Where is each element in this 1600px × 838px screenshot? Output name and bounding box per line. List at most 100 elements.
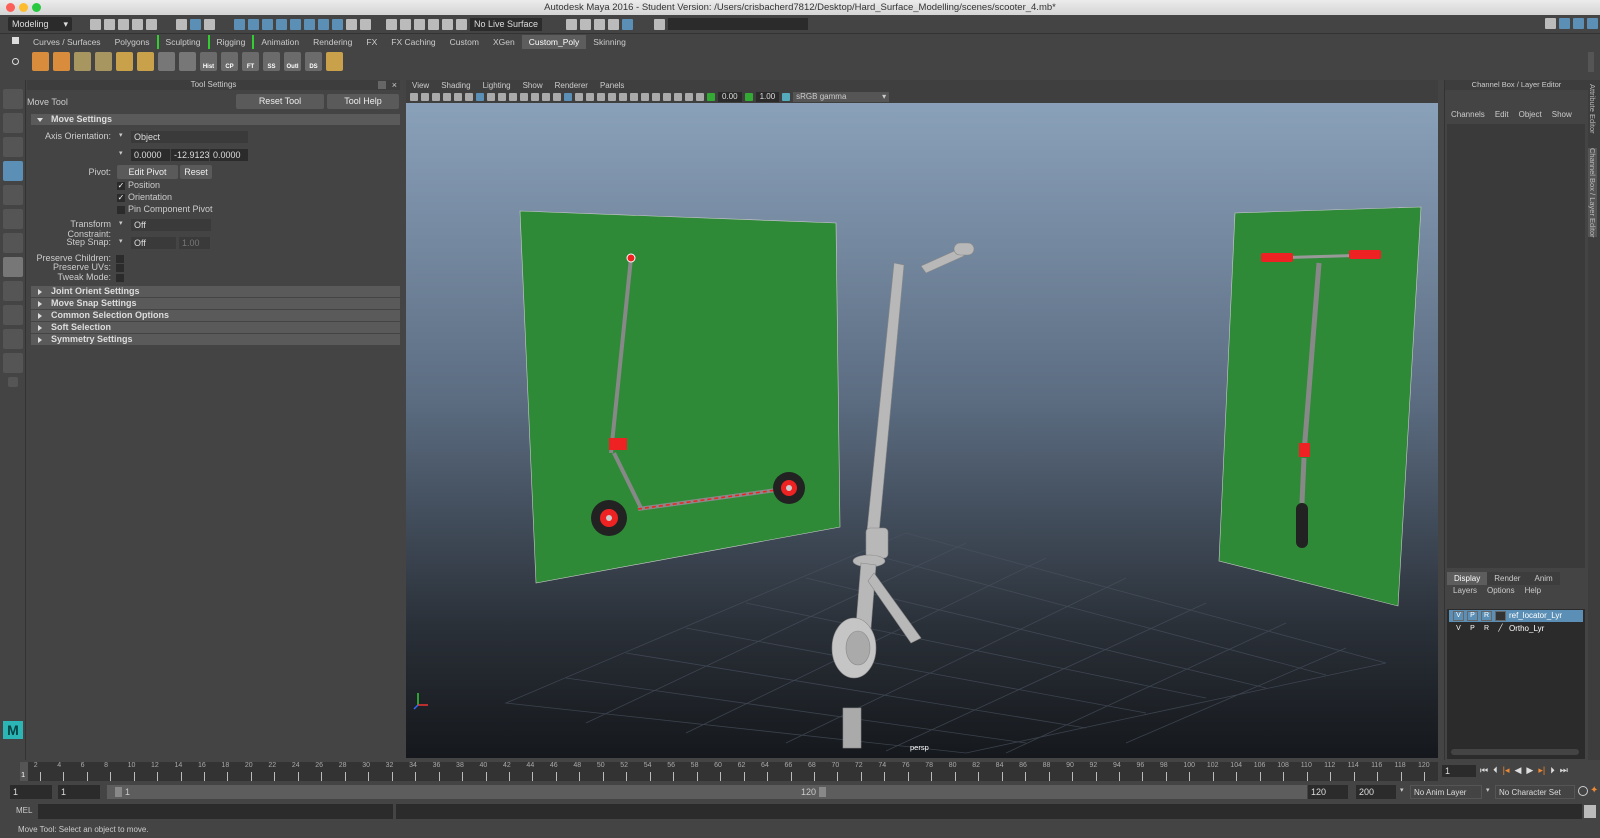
resolution-gate-icon[interactable] [498,93,506,101]
tab-render[interactable]: Render [1487,572,1528,585]
snap-view-plane-icon[interactable] [290,19,301,30]
auto-key-icon[interactable] [1578,786,1588,796]
menu-show[interactable]: Show [1552,110,1572,119]
axis-orientation-dropdown-icon[interactable]: ▾ [119,131,123,139]
range-slider[interactable]: 1 120 [107,785,1307,799]
live-surface-field[interactable]: No Live Surface [470,18,543,31]
channel-list[interactable] [1447,124,1585,568]
persp-hypershade-layout-icon[interactable] [3,353,23,373]
shelf-button-ds[interactable]: DS [305,51,322,71]
tool-settings-toggle-icon[interactable] [1573,18,1584,29]
layer-visibility-toggle[interactable]: V [1453,611,1464,621]
target-weld-icon[interactable] [179,51,196,71]
grease-pencil-icon[interactable] [465,93,473,101]
persp-outliner-layout-icon[interactable] [3,305,23,325]
image-plane-icon[interactable] [443,93,451,101]
tab-channel-box-layer-editor[interactable]: Channel Box / Layer Editor [1588,147,1597,238]
wireframe-on-shaded-icon[interactable] [575,93,583,101]
move-settings-frame[interactable]: Move Settings [31,114,400,125]
hypershade-icon[interactable] [622,19,634,30]
edit-pivot-button[interactable]: Edit Pivot [117,165,178,179]
2d-pan-zoom-icon[interactable] [454,93,462,101]
new-scene-icon[interactable] [90,19,101,30]
shelf-tab-custom-poly[interactable]: Custom_Poly [521,35,587,49]
make-live-icon[interactable] [456,19,467,30]
attribute-editor-toggle-icon[interactable] [1559,18,1570,29]
safe-action-icon[interactable] [531,93,539,101]
bridge-icon[interactable] [95,51,112,71]
view-transform-dropdown[interactable]: sRGB gamma ▾ [793,92,890,102]
menu-renderer[interactable]: Renderer [555,80,588,91]
redo-icon[interactable] [146,19,157,30]
axis-orientation-dropdown[interactable]: Object [131,131,248,143]
layer-reference-toggle[interactable]: R [1481,611,1492,621]
smooth-shade-icon[interactable] [564,93,572,101]
select-object-icon[interactable] [190,19,201,30]
layer-color-swatch[interactable]: ╱ [1495,624,1506,634]
move-snap-settings-frame[interactable]: Move Snap Settings [31,298,400,309]
soft-selection-frame[interactable]: Soft Selection [31,322,400,333]
step-back-key-icon[interactable]: |◂ [1503,765,1510,776]
shelf-scrollbar[interactable] [1588,52,1594,72]
paint-select-tool-icon[interactable] [3,137,23,157]
snap-grid-icon[interactable] [234,19,245,30]
screen-space-ao-icon[interactable] [619,93,627,101]
menuset-dropdown[interactable]: Modeling ▾ [8,17,72,31]
persp-graph-layout-icon[interactable] [3,329,23,349]
lasso-tool-icon[interactable] [3,113,23,133]
multi-cut-icon[interactable] [137,51,154,71]
input-icon[interactable] [414,19,425,30]
step-forward-frame-icon[interactable]: ⏵ [1550,765,1555,776]
shelf-menu-icon[interactable] [12,37,19,44]
shelf-tab-polygons[interactable]: Polygons [108,35,157,49]
bookmark-icon[interactable] [432,93,440,101]
close-panel-icon[interactable]: × [392,80,397,90]
modeling-toolkit-icon[interactable] [1545,18,1556,29]
lock-icon[interactable] [346,19,357,30]
camera-select-icon[interactable] [410,93,418,101]
current-frame-field[interactable]: 1 [1442,765,1476,777]
character-set-dropdown[interactable]: No Character Set [1495,785,1575,799]
axis-x-field[interactable]: 0.0000 [131,149,170,161]
layer-visibility-toggle[interactable]: V [1453,624,1464,634]
xray-joints-icon[interactable] [685,93,693,101]
tweak-mode-checkbox[interactable] [116,274,124,282]
layer-row[interactable]: V P R ╱ Ortho_Lyr [1449,623,1583,635]
orientation-checkbox[interactable]: ✓ [117,194,125,202]
layer-row[interactable]: V P R ref_locator_Lyr [1449,610,1583,622]
shelf-tab-custom[interactable]: Custom [443,35,486,49]
shelf-tab-rigging[interactable]: Rigging [210,35,255,49]
transform-constraint-dropdown[interactable]: Off [131,219,211,231]
ipr-render-icon[interactable] [594,19,606,30]
axis-values-dropdown-icon[interactable]: ▾ [119,149,123,157]
tab-display[interactable]: Display [1447,572,1488,585]
gamma-icon[interactable] [744,93,753,101]
extrude-icon[interactable] [74,51,91,71]
step-snap-dropdown[interactable]: Off [131,237,176,249]
shelf-tab-curves-surfaces[interactable]: Curves / Surfaces [26,35,108,49]
save-scene-icon[interactable] [118,19,129,30]
wireframe-icon[interactable] [553,93,561,101]
rotate-tool-icon[interactable] [3,185,23,205]
tab-attribute-editor[interactable]: Attribute Editor [1588,84,1597,134]
open-scene-icon[interactable] [104,19,115,30]
textured-icon[interactable] [586,93,594,101]
insert-edge-loop-icon[interactable] [116,51,133,71]
shelf-button-ss[interactable]: SS [263,51,280,71]
symmetry-settings-frame[interactable]: Symmetry Settings [31,334,400,345]
menu-object[interactable]: Object [1519,110,1542,119]
layer-horizontal-scrollbar[interactable] [1451,749,1579,755]
snap-curve-icon[interactable] [248,19,259,30]
layer-reference-toggle[interactable]: R [1481,624,1492,634]
preserve-uvs-checkbox[interactable] [116,264,124,272]
anti-aliasing-icon[interactable] [641,93,649,101]
go-to-start-icon[interactable]: ⏮ [1480,765,1488,776]
menu-layers[interactable]: Layers [1453,586,1477,595]
construction-icon[interactable] [400,19,411,30]
layer-playback-toggle[interactable]: P [1467,611,1478,621]
shelf-tab-skinning[interactable]: Skinning [586,35,633,49]
menu-view[interactable]: View [412,80,429,91]
shelf-tab-rendering[interactable]: Rendering [306,35,359,49]
channel-box-toggle-icon[interactable] [1587,18,1598,29]
camera-attributes-icon[interactable] [421,93,429,101]
